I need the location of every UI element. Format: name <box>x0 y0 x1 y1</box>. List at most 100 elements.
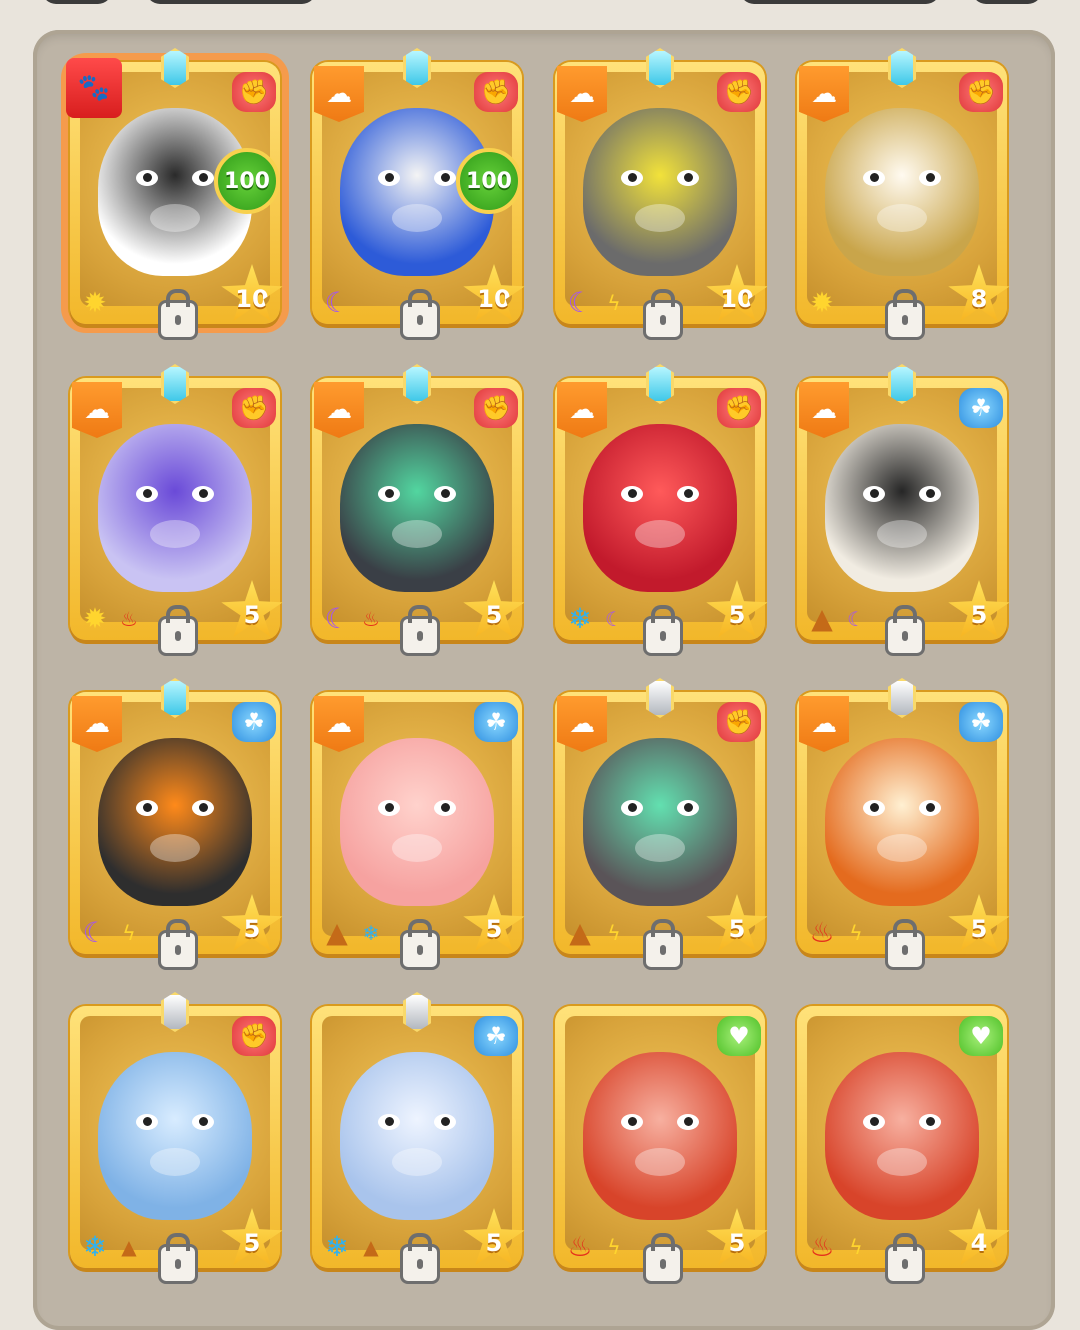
lock-icon[interactable] <box>400 919 440 970</box>
star-rank-value: 10 <box>720 285 754 313</box>
ice-trait-icon: ❄ <box>568 602 592 635</box>
lock-icon[interactable] <box>885 919 925 970</box>
creature-snout <box>392 1148 442 1176</box>
role-symbol: ☁ <box>811 709 837 739</box>
creature-card[interactable]: ☁ ✊ 5 ✹ ♨ <box>70 364 283 656</box>
lock-icon[interactable] <box>158 1233 198 1284</box>
lock-icon[interactable] <box>158 605 198 656</box>
creature-eye <box>621 800 643 816</box>
creature-card[interactable]: ☁ ✊ 5 ▲ ϟ <box>555 678 768 970</box>
creature-card[interactable]: ☁ ☘ 5 ▲ ❄ <box>312 692 525 970</box>
lock-icon[interactable] <box>885 605 925 656</box>
chef-hat-icon: ☁ <box>557 696 607 752</box>
cyan-gem-icon <box>879 362 925 406</box>
star-rank-value: 5 <box>243 915 261 943</box>
cyan-gem-icon <box>879 46 925 90</box>
cyan-gem-icon <box>637 46 683 90</box>
lock-keyhole <box>175 945 181 955</box>
blue-type-icon: ☘ <box>959 388 1003 428</box>
creature-snout <box>392 834 442 862</box>
creature-card[interactable]: ✊ 5 ❄ ▲ <box>70 992 283 1284</box>
role-symbol: ☁ <box>84 709 110 739</box>
level-badge: 100 <box>456 148 522 214</box>
creature-card[interactable]: ♥ 5 ♨ ϟ <box>555 1006 768 1284</box>
cyan-gem-icon <box>637 362 683 406</box>
lightning-trait-icon: ϟ <box>607 1235 621 1259</box>
trait-icons: ▲ ϟ <box>561 914 627 952</box>
gem-shape <box>646 364 674 404</box>
creature-card[interactable]: ☁ ✊ 10 ☾ ϟ <box>555 48 768 340</box>
lock-icon[interactable] <box>885 1233 925 1284</box>
lightning-trait-icon: ϟ <box>607 921 621 945</box>
lock-icon[interactable] <box>400 1233 440 1284</box>
trait-icons: ☾ <box>318 284 356 322</box>
star-rank-value: 5 <box>970 601 988 629</box>
silver-gem-icon <box>152 990 198 1034</box>
lock-icon[interactable] <box>643 919 683 970</box>
earth-trait-icon: ▲ <box>363 1235 379 1259</box>
chef-hat-icon: ☁ <box>314 66 364 122</box>
black-panda-creature-image <box>825 424 979 592</box>
red-boar-creature-image <box>583 1052 737 1220</box>
creature-card[interactable]: ☁ ☘ 5 ☾ ϟ <box>70 678 283 970</box>
lock-keyhole <box>902 945 908 955</box>
star-rank-value: 5 <box>728 915 746 943</box>
role-symbol: ☁ <box>811 395 837 425</box>
creature-card[interactable]: ☁ ✊ 8 ✹ <box>797 48 1010 340</box>
cyan-gem-icon <box>394 46 440 90</box>
star-rank-value: 5 <box>243 1229 261 1257</box>
creature-card[interactable]: ☁ ☘ 5 ▲ ☾ <box>797 364 1010 656</box>
creature-card[interactable]: ☘ 5 ❄ ▲ <box>312 992 525 1284</box>
trait-icons: ☾ ϟ <box>561 284 627 322</box>
creature-eye <box>621 1114 643 1130</box>
cyan-gem-icon <box>394 362 440 406</box>
gem-shape <box>888 364 916 404</box>
sun-trait-icon: ✹ <box>83 286 107 319</box>
chef-hat-icon: ☁ <box>314 382 364 438</box>
creature-eye <box>919 486 941 502</box>
lock-icon[interactable] <box>643 1233 683 1284</box>
earth-trait-icon: ▲ <box>569 916 591 949</box>
red-type-icon: ✊ <box>717 388 761 428</box>
lock-icon[interactable] <box>400 605 440 656</box>
creature-eye <box>192 800 214 816</box>
creature-snout <box>635 520 685 548</box>
lock-keyhole <box>417 315 423 325</box>
creature-eye <box>621 170 643 186</box>
sun-trait-icon: ✹ <box>810 286 834 319</box>
creature-eye <box>434 486 456 502</box>
trait-icons: ❄ ☾ <box>561 600 627 638</box>
trait-icons: ✹ <box>76 284 114 322</box>
lock-icon[interactable] <box>643 605 683 656</box>
creature-eye <box>192 486 214 502</box>
creature-eye <box>621 486 643 502</box>
lock-icon[interactable] <box>158 289 198 340</box>
creature-card[interactable]: ☁ ✊ 5 ❄ ☾ <box>555 364 768 656</box>
ice-trait-icon: ❄ <box>83 1230 107 1263</box>
silver-gem-icon <box>394 990 440 1034</box>
creature-card[interactable]: 🐾 ✊ 100 10 ✹ <box>66 48 283 340</box>
creature-snout <box>150 520 200 548</box>
pink-pig-creature-image <box>340 738 494 906</box>
red-type-icon: ✊ <box>717 702 761 742</box>
creature-snout <box>150 1148 200 1176</box>
lock-keyhole <box>902 1259 908 1269</box>
lock-icon[interactable] <box>643 289 683 340</box>
lock-keyhole <box>417 1259 423 1269</box>
lock-icon[interactable] <box>885 289 925 340</box>
trait-icons: ✹ ♨ <box>76 600 142 638</box>
lock-keyhole <box>902 631 908 641</box>
creature-card[interactable]: ♥ 4 ♨ ϟ <box>797 1006 1010 1284</box>
creature-card[interactable]: ☁ ☘ 5 ♨ ϟ <box>797 678 1010 970</box>
lock-icon[interactable] <box>400 289 440 340</box>
gem-shape <box>646 678 674 718</box>
red-type-icon: ✊ <box>232 1016 276 1056</box>
cyan-gem-icon <box>152 362 198 406</box>
star-rank-value: 5 <box>970 915 988 943</box>
blue-type-icon: ☘ <box>474 1016 518 1056</box>
creature-card[interactable]: ☁ ✊ 100 10 ☾ <box>312 48 525 340</box>
creature-card[interactable]: ☁ ✊ 5 ☾ ♨ <box>312 364 525 656</box>
lock-icon[interactable] <box>158 919 198 970</box>
trait-icons: ♨ ϟ <box>803 914 869 952</box>
lock-keyhole <box>660 631 666 641</box>
